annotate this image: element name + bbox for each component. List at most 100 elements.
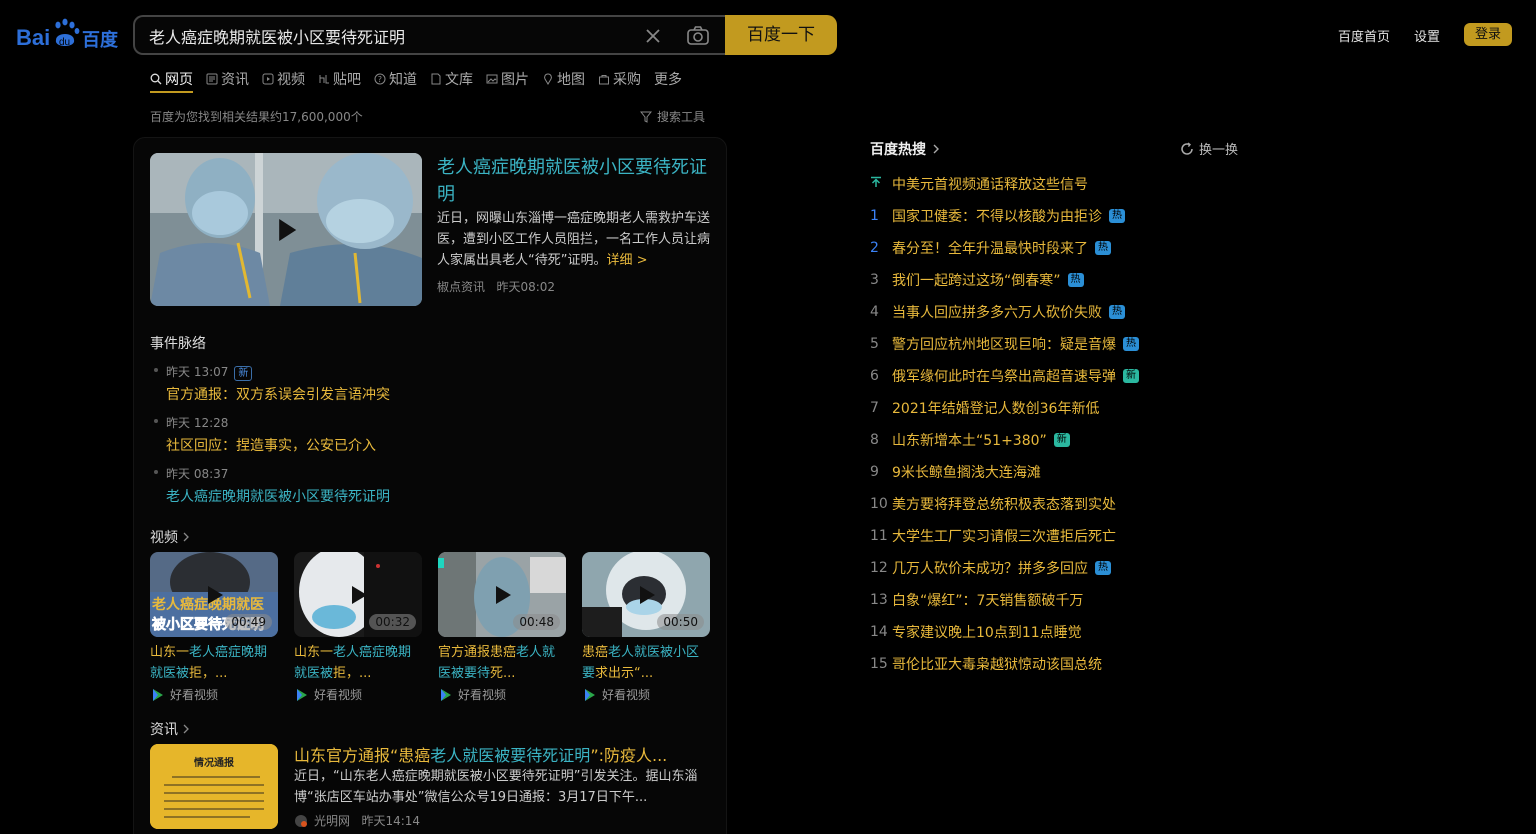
hot-item[interactable]: 4 当事人回应拼多多六万人砍价失败热	[870, 296, 1250, 328]
video-thumbnail[interactable]: 00:50	[582, 552, 710, 637]
hot-badge: 热	[1095, 561, 1111, 575]
video-source: 好看视频	[439, 686, 506, 703]
play-icon	[496, 585, 511, 604]
hot-item[interactable]: 10 美方要将拜登总统积极表态落到实处	[870, 488, 1250, 520]
play-icon	[352, 585, 367, 604]
hot-item[interactable]: 15 哥伦比亚大毒枭越狱惊动该国总统	[870, 648, 1250, 680]
hot-item[interactable]: 12 几万人砍价未成功？拼多多回应热	[870, 552, 1250, 584]
home-link[interactable]: 百度首页	[1338, 26, 1390, 45]
hot-item[interactable]: 6 俄军缘何此时在乌祭出高超音速导弹新	[870, 360, 1250, 392]
hot-item[interactable]: 14 专家建议晚上10点到11点睡觉	[870, 616, 1250, 648]
close-icon[interactable]	[643, 26, 663, 46]
search-icon	[150, 73, 162, 85]
hot-item[interactable]: 9 9米长鲸鱼搁浅大连海滩	[870, 456, 1250, 488]
hot-badge: 热	[1095, 241, 1111, 255]
main-video-thumbnail[interactable]	[150, 153, 422, 306]
play-icon	[279, 218, 297, 241]
video-caption[interactable]: 患癌老人就医被小区要求出示“...	[582, 642, 710, 684]
camera-icon[interactable]	[686, 25, 710, 47]
hot-item[interactable]: 7 2021年结婚登记人数创36年新低	[870, 392, 1250, 424]
video-thumbnail[interactable]: 00:48	[438, 552, 566, 637]
tab-news[interactable]: 资讯	[206, 69, 249, 89]
tab-more[interactable]: 更多	[654, 69, 682, 89]
videos-heading[interactable]: 视频	[150, 527, 190, 547]
new-badge: 新	[1053, 433, 1070, 447]
timeline-dot	[154, 368, 158, 372]
play-icon	[640, 585, 655, 604]
event-item[interactable]: 社区回应：捏造事实，公安已介入	[166, 435, 376, 455]
event-item[interactable]: 老人癌症晚期就医被小区要待死证明	[166, 486, 390, 506]
pin-top-icon	[870, 176, 892, 192]
result-count: 百度为您找到相关结果约17,600,000个	[150, 110, 363, 124]
hot-item[interactable]: 5 警方回应杭州地区现巨响：疑是音爆热	[870, 328, 1250, 360]
hot-item[interactable]: 13 白象“爆红”：7天销售额破千万	[870, 584, 1250, 616]
tab-wenku[interactable]: 文库	[430, 69, 473, 89]
video-source: 好看视频	[295, 686, 362, 703]
video-icon	[262, 73, 274, 85]
settings-link[interactable]: 设置	[1414, 26, 1440, 45]
video-caption[interactable]: 山东一老人癌症晚期就医被拒，...	[294, 642, 422, 684]
news-title[interactable]: 山东官方通报“患癌老人就医被要待死证明”:防疫人...	[294, 742, 667, 766]
tieba-icon	[318, 73, 330, 85]
event-time: 昨天 08:37	[166, 467, 229, 481]
new-badge: 新	[1123, 369, 1139, 383]
question-icon: ?	[374, 73, 386, 85]
hot-item-pinned[interactable]: 中美元首视频通话释放这些信号	[870, 168, 1250, 200]
tab-map[interactable]: 地图	[542, 69, 585, 89]
hot-search-title[interactable]: 百度热搜	[870, 139, 940, 159]
hot-item[interactable]: 8 山东新增本土“51+380” 新	[870, 424, 1250, 456]
video-thumbnail[interactable]: 00:32	[294, 552, 422, 637]
chevron-right-icon	[182, 531, 190, 543]
hot-item[interactable]: 1 国家卫健委：不得以核酸为由拒诊热	[870, 200, 1250, 232]
news-icon	[206, 73, 218, 85]
search-tabs: 网页 资讯 视频 贴吧 ? 知道 文库 图片 地图 采购 更多	[150, 69, 695, 95]
more-link[interactable]: 详细 >	[606, 253, 647, 268]
baidu-logo[interactable]: Bai du 百度	[16, 18, 120, 52]
svg-text:Bai: Bai	[16, 25, 50, 50]
gmw-logo-icon	[294, 814, 308, 828]
play-icon	[208, 585, 223, 604]
video-source: 好看视频	[583, 686, 650, 703]
tab-purchase[interactable]: 采购	[598, 69, 641, 89]
main-result-source: 椒点资讯 昨天08:02	[437, 280, 556, 294]
main-result-title[interactable]: 老人癌症晚期就医被小区要待死证明	[437, 154, 713, 208]
video-duration: 00:48	[513, 614, 560, 630]
new-badge: 新	[234, 366, 253, 381]
tab-zhidao[interactable]: ? 知道	[374, 69, 417, 89]
news-source: 光明网 昨天14:14	[294, 812, 420, 829]
main-result-desc: 近日，网曝山东淄博一癌症晚期老人需救护车送医，遭到小区工作人员阻拦，一名工作人员…	[437, 211, 711, 268]
hot-search-list: 中美元首视频通话释放这些信号 1 国家卫健委：不得以核酸为由拒诊热 2 春分至！全年…	[870, 168, 1250, 680]
tab-tieba[interactable]: 贴吧	[318, 69, 361, 89]
video-thumbnail[interactable]: 老人癌症晚期就医 被小区要待死证明 00:49	[150, 552, 278, 637]
search-input[interactable]	[149, 24, 609, 48]
logo-text: 百度	[82, 29, 119, 51]
hot-item[interactable]: 2 春分至！全年升温最快时段来了热	[870, 232, 1250, 264]
hot-badge: 热	[1123, 337, 1139, 351]
hot-item[interactable]: 3 我们一起跨过这场“倒春寒” 热	[870, 264, 1250, 296]
svg-text:?: ?	[378, 75, 382, 84]
haokan-logo-icon	[295, 688, 309, 702]
refresh-button[interactable]: 换一换	[1180, 139, 1238, 158]
tab-video[interactable]: 视频	[262, 69, 305, 89]
tab-image[interactable]: 图片	[486, 69, 529, 89]
video-source: 好看视频	[151, 686, 218, 703]
news-heading[interactable]: 资讯	[150, 719, 190, 739]
search-button[interactable]: 百度一下	[725, 15, 837, 55]
search-box	[133, 15, 737, 55]
hot-badge: 热	[1067, 273, 1084, 287]
video-caption[interactable]: 官方通报患癌老人就医被要待死...	[438, 642, 566, 684]
timeline-dot	[154, 470, 158, 474]
video-caption[interactable]: 山东一老人癌症晚期就医被拒，...	[150, 642, 278, 684]
event-item[interactable]: 官方通报：双方系误会引发言语冲突	[166, 384, 390, 404]
news-thumbnail[interactable]: 情况通报	[150, 744, 278, 829]
haokan-logo-icon	[439, 688, 453, 702]
login-button[interactable]: 登录	[1464, 23, 1512, 46]
news-thumbnail-title: 情况通报	[194, 756, 234, 769]
hot-item[interactable]: 11 大学生工厂实习请假三次遭拒后死亡	[870, 520, 1250, 552]
tab-web[interactable]: 网页	[150, 69, 193, 93]
svg-text:du: du	[59, 37, 70, 48]
search-tools[interactable]: 搜索工具	[639, 108, 705, 125]
haokan-logo-icon	[151, 688, 165, 702]
chevron-right-icon	[182, 723, 190, 735]
video-duration: 00:50	[657, 614, 704, 630]
